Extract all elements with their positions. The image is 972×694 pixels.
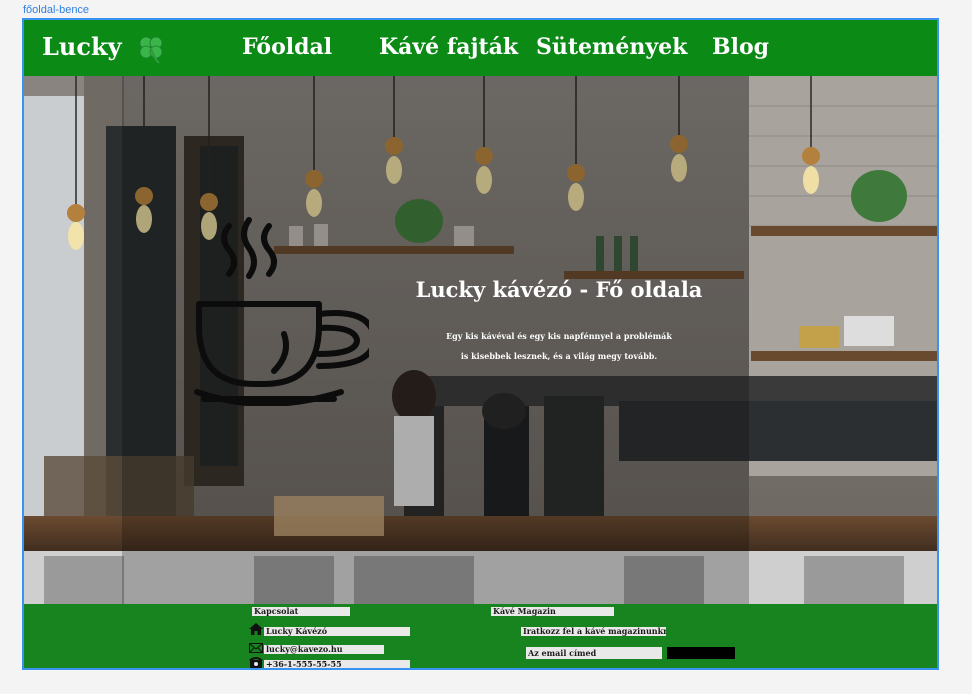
hero-section: Lucky kávézó - Fő oldala Egy kis kávéval… <box>24 76 937 604</box>
newsletter-submit-button[interactable] <box>667 647 735 659</box>
frame-label: főoldal-bence <box>23 4 90 16</box>
hero-subtitle: Egy kis kávéval és egy kis napfénnyel a … <box>444 326 674 366</box>
brand-logo-text[interactable]: Lucky <box>42 32 122 61</box>
nav-item-fooldal[interactable]: Főoldal <box>242 34 332 60</box>
magazine-subscribe-text: Iratkozz fel a kávé magazinunkra <box>521 627 666 636</box>
coffee-cup-icon <box>194 217 369 406</box>
newsletter-email-input[interactable] <box>526 647 662 659</box>
contact-phone[interactable]: +36-1-555-55-55 <box>264 660 410 668</box>
magazine-heading: Kávé Magazin <box>491 607 614 616</box>
clover-icon <box>139 36 163 64</box>
top-navbar: Lucky Főoldal Kávé fajták Sütemények Blo… <box>24 20 937 76</box>
footer: Kapcsolat Lucky Kávézó lucky@kavezo.hu +… <box>24 604 937 668</box>
hero-title: Lucky kávézó - Fő oldala <box>415 277 703 302</box>
envelope-icon <box>249 643 263 653</box>
nav-item-blog[interactable]: Blog <box>712 34 769 60</box>
hero-subtitle-line-1: Egy kis kávéval és egy kis napfénnyel a … <box>446 331 672 341</box>
contact-email[interactable]: lucky@kavezo.hu <box>264 645 384 654</box>
contact-heading: Kapcsolat <box>252 607 350 616</box>
phone-icon <box>249 657 263 668</box>
hero-subtitle-line-2: is kisebbek lesznek, és a világ megy tov… <box>460 351 658 361</box>
home-icon <box>249 623 263 635</box>
nav-item-sutemenyek[interactable]: Sütemények <box>536 34 687 60</box>
nav-item-kave-fajtak[interactable]: Kávé fajták <box>379 34 518 60</box>
contact-name: Lucky Kávézó <box>264 627 410 636</box>
page-frame: Lucky Főoldal Kávé fajták Sütemények Blo… <box>22 18 939 670</box>
